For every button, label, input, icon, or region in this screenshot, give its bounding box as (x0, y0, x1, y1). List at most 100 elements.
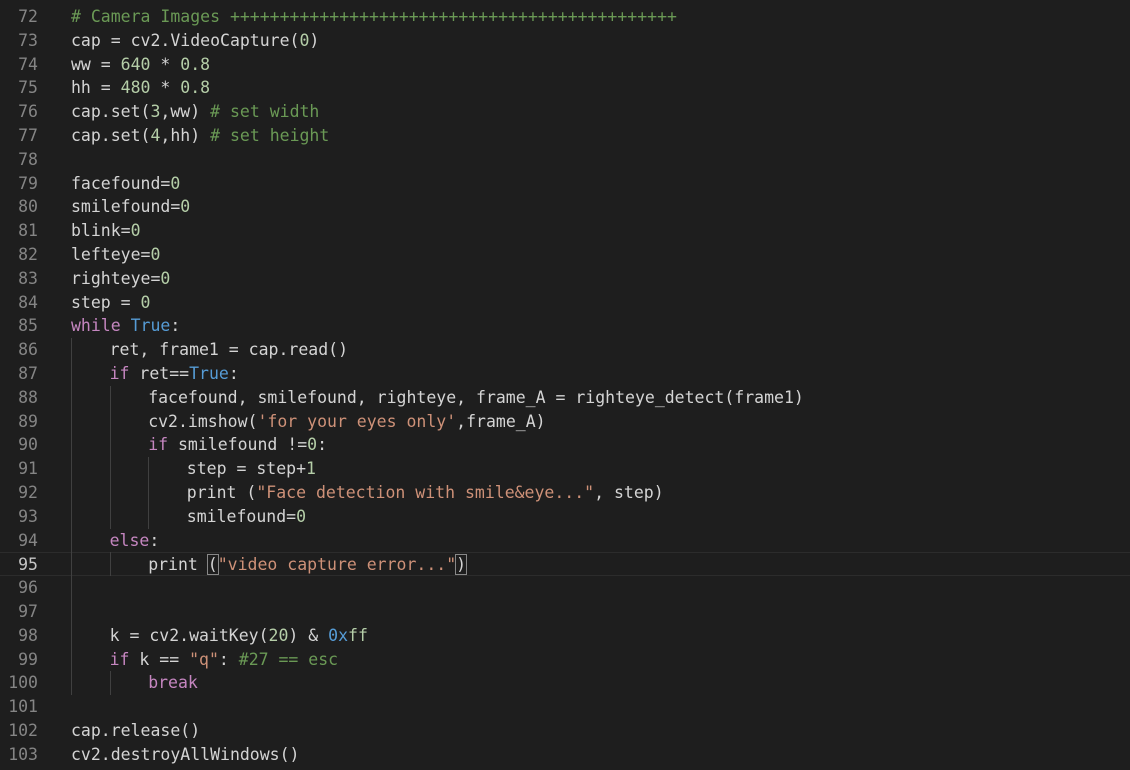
code-text: cap.set(3,ww) # set width (71, 100, 319, 124)
code-token: break (148, 673, 198, 693)
code-line[interactable]: 82 lefteye=0 (0, 243, 1130, 267)
code-token: cap.set( (71, 126, 151, 145)
code-text: cv2.destroyAllWindows() (71, 743, 299, 767)
code-token: 0 (180, 197, 191, 217)
code-line[interactable]: 96 (0, 576, 1130, 600)
code-token: lefteye= (71, 245, 151, 264)
code-line[interactable]: 77 cap.set(4,hh) # set height (0, 124, 1130, 148)
code-line[interactable]: 72 # Camera Images ++++++++++++++++++++++… (0, 5, 1130, 29)
code-line[interactable]: 75 hh = 480 * 0.8 (0, 76, 1130, 100)
line-number: 97 (18, 602, 38, 621)
code-token: # Camera Images ++++++++++++++++++++++++… (71, 7, 677, 26)
code-line[interactable]: 79 facefound=0 (0, 172, 1130, 196)
line-number: 75 (18, 78, 38, 98)
code-token: print ( (186, 483, 257, 502)
code-token: 0.8 (180, 78, 211, 98)
line-number: 103 (8, 744, 38, 764)
code-token: 0x (328, 625, 349, 645)
code-line[interactable]: 99 if k == "q": #27 == esc (0, 648, 1130, 672)
code-line[interactable]: 95 print ("video capture error...") (0, 552, 1130, 577)
code-text: while True: (71, 314, 180, 338)
code-line[interactable]: 90 if smilefound !=0: (0, 433, 1130, 457)
line-number: 87 (18, 364, 38, 383)
code-token: smilefound= (71, 197, 181, 217)
code-line[interactable]: 91 step = step+1 (0, 457, 1130, 481)
code-token: ret== (129, 364, 190, 383)
code-text: else: (110, 529, 160, 553)
line-number: 89 (18, 411, 38, 431)
code-line[interactable]: 93 smilefound=0 (0, 505, 1130, 529)
code-text: cap.set(4,hh) # set height (71, 124, 329, 148)
code-text: print ("video capture error...") (148, 553, 468, 577)
code-token: , step) (594, 483, 664, 502)
code-token: 0 (170, 173, 181, 193)
line-number: 88 (18, 387, 38, 407)
code-token: cv2.imshow( (148, 411, 258, 431)
code-token: # set height (210, 126, 330, 145)
code-token: 1 (306, 459, 316, 479)
code-line[interactable]: 78 (0, 148, 1130, 172)
code-line[interactable]: 102 cap.release() (0, 719, 1130, 743)
code-token: 20 (268, 625, 289, 645)
code-line[interactable]: 84 step = 0 (0, 291, 1130, 315)
code-line[interactable]: 98 k = cv2.waitKey(20) & 0xff (0, 624, 1130, 648)
code-text: k = cv2.waitKey(20) & 0xff (110, 624, 368, 648)
line-number: 86 (18, 340, 38, 360)
line-number: 90 (18, 435, 38, 455)
line-number: 91 (18, 459, 38, 479)
code-token: facefound= (71, 173, 171, 193)
code-line[interactable]: 81 blink=0 (0, 219, 1130, 243)
indent-guide (71, 338, 72, 696)
code-token: if (109, 649, 130, 669)
code-text: break (148, 671, 198, 695)
code-line[interactable]: 87 if ret==True: (0, 362, 1130, 386)
code-token: hh = (71, 78, 121, 98)
code-line[interactable]: 80 smilefound=0 (0, 195, 1130, 219)
code-line[interactable]: 103 cv2.destroyAllWindows() (0, 743, 1130, 767)
code-text: step = step+1 (187, 457, 316, 481)
code-text: cv2.imshow('for your eyes only',frame_A) (148, 410, 545, 434)
code-line[interactable]: 89 cv2.imshow('for your eyes only',frame_… (0, 410, 1130, 434)
code-line[interactable]: 100 break (0, 671, 1130, 695)
code-editor[interactable]: 72 # Camera Images ++++++++++++++++++++++… (0, 0, 1130, 770)
code-token: cap.set( (71, 102, 151, 122)
code-text: hh = 480 * 0.8 (71, 76, 210, 100)
code-token: 0 (130, 221, 141, 241)
code-token: * (150, 78, 181, 98)
code-line[interactable]: 86 ret, frame1 = cap.read() (0, 338, 1130, 362)
code-token: : (149, 530, 160, 550)
code-token: 0 (307, 435, 318, 455)
code-text: ww = 640 * 0.8 (71, 53, 210, 77)
code-token: 0 (299, 30, 310, 50)
code-line[interactable]: 92 print ("Face detection with smile&eye.… (0, 481, 1130, 505)
line-number: 74 (18, 54, 38, 74)
code-text: facefound, smilefound, righteye, frame_A… (148, 386, 804, 410)
code-line[interactable]: 76 cap.set(3,ww) # set width (0, 100, 1130, 124)
code-line[interactable]: 97 (0, 600, 1130, 624)
code-line[interactable]: 83 righteye=0 (0, 267, 1130, 291)
code-token: 3 (150, 102, 161, 122)
line-number: 92 (18, 483, 38, 502)
code-line[interactable]: 73 cap = cv2.VideoCapture(0) (0, 29, 1130, 53)
code-line[interactable]: 94 else: (0, 529, 1130, 553)
code-token: cv2.destroyAllWindows() (71, 744, 300, 764)
code-token: "video capture error..." (217, 555, 457, 575)
code-text: cap.release() (71, 719, 200, 743)
code-line[interactable]: 74 ww = 640 * 0.8 (0, 53, 1130, 77)
code-text: blink=0 (71, 219, 141, 243)
code-text: ret, frame1 = cap.read() (110, 338, 348, 362)
code-line[interactable]: 101 (0, 695, 1130, 719)
code-line[interactable]: 88 facefound, smilefound, righteye, frame… (0, 386, 1130, 410)
code-token: k = cv2.waitKey( (109, 625, 269, 645)
code-token: : (228, 364, 239, 383)
code-line[interactable]: 85 while True: (0, 314, 1130, 338)
code-text: smilefound=0 (187, 505, 306, 529)
line-number: 76 (18, 102, 38, 122)
code-token: #27 == esc (238, 649, 339, 669)
code-token: ww = (71, 54, 121, 74)
code-token: step = step+ (186, 459, 307, 479)
code-token: ,ww) (160, 102, 211, 122)
indent-guide (148, 457, 150, 529)
code-token: smilefound != (168, 435, 308, 455)
code-token: step = (71, 292, 141, 312)
